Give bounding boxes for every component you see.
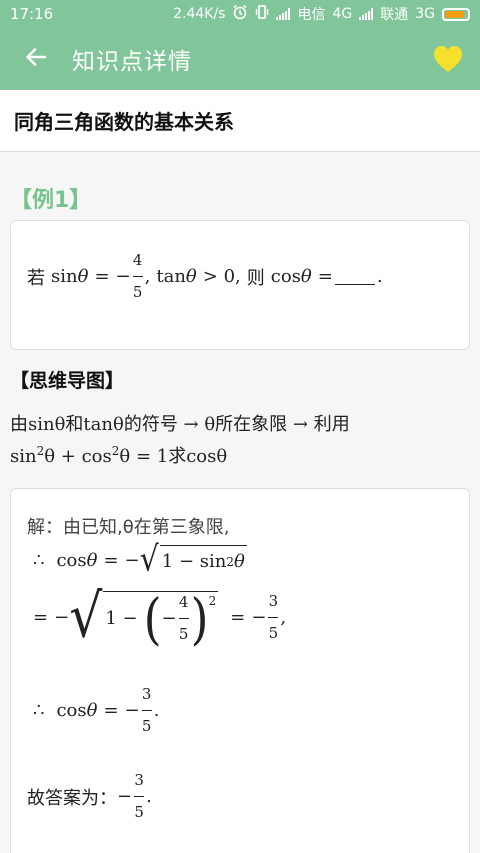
- therefore-symbol: ∴: [33, 700, 45, 721]
- cos-text: cos: [56, 549, 87, 571]
- right-paren: ): [190, 586, 209, 651]
- fraction-denominator: 5: [178, 625, 189, 643]
- solution-intro: 解：由已知,θ在第三象限,: [27, 517, 230, 538]
- tan-text: tan: [156, 266, 186, 287]
- fraction-numerator: 4: [178, 593, 189, 611]
- solution-line-3: = − √ 1 − ( − 45 ) 2 = − 35 ,: [33, 582, 287, 652]
- example-title: 【例1】: [10, 188, 92, 213]
- answer-blank: [334, 269, 375, 285]
- solution-answer: 故答案为： − 35 .: [27, 773, 152, 820]
- square-root: √ 1 − ( − 45 ) 2: [69, 582, 219, 652]
- square-root: √ 1 − sin 2 θ: [139, 539, 247, 580]
- minus-sign: −: [251, 606, 267, 628]
- minus-sign: −: [124, 549, 140, 571]
- fraction-numerator: 4: [132, 251, 143, 269]
- equals-sign: =: [317, 266, 333, 287]
- battery-icon: [442, 7, 470, 21]
- superscript: 2: [208, 594, 217, 608]
- fraction-denominator: 5: [132, 283, 143, 301]
- sin-text: sin: [51, 266, 78, 287]
- comma: ,: [280, 606, 287, 628]
- network-type-1: 4G: [332, 6, 353, 22]
- theta-symbol: θ: [86, 549, 98, 571]
- status-bar: 17:16 2.44K/s 电信 4G 联通 3G: [0, 0, 480, 28]
- cos-text: cos: [270, 266, 301, 287]
- heart-icon: [432, 46, 464, 78]
- question-card: 若 sin θ = − 45 , tan θ > 0, 则 cos θ = .: [10, 220, 470, 350]
- greater-than-zero: > 0,: [202, 266, 241, 287]
- page-title: 知识点详情: [72, 49, 192, 75]
- period: .: [376, 266, 383, 287]
- fraction-denominator: 5: [268, 623, 279, 642]
- minus-sign: −: [161, 608, 177, 629]
- theta-symbol: θ: [185, 266, 197, 287]
- carrier-2: 联通: [380, 7, 409, 23]
- solution-line-1: 解：由已知,θ在第三象限,: [27, 513, 229, 539]
- fraction: 45: [132, 251, 143, 301]
- question-prefix: 若: [27, 267, 45, 289]
- fraction-numerator: 3: [268, 591, 279, 610]
- then-text: 则: [246, 267, 265, 289]
- fraction: 35: [141, 685, 152, 735]
- fraction-denominator: 5: [141, 717, 152, 735]
- minus-sign: −: [115, 266, 131, 287]
- back-button[interactable]: [0, 28, 72, 90]
- one-minus-text: 1 −: [105, 608, 138, 629]
- equals-sign: =: [94, 266, 110, 287]
- network-speed: 2.44K/s: [173, 6, 226, 22]
- sin-text: sin: [10, 446, 37, 467]
- cos-text: cos: [56, 700, 87, 721]
- solution-line-2: ∴ cos θ = − √ 1 − sin 2 θ: [33, 539, 247, 580]
- period: .: [153, 700, 160, 721]
- fraction-numerator: 3: [141, 685, 152, 703]
- theta-symbol: θ: [300, 266, 312, 287]
- equals-sign: =: [33, 606, 49, 628]
- solution-line-4: ∴ cos θ = − 35 .: [33, 687, 159, 734]
- app-bar: 知识点详情: [0, 28, 480, 90]
- signal-icon: [276, 8, 291, 20]
- fraction: 35: [268, 591, 279, 642]
- therefore-symbol: ∴: [33, 549, 45, 571]
- equals-sign: =: [103, 700, 119, 721]
- period: .: [146, 786, 152, 807]
- favorite-button[interactable]: [432, 44, 464, 74]
- question-formula: 若 sin θ = − 45 , tan θ > 0, 则 cos θ = .: [27, 253, 383, 300]
- fraction: 45: [178, 593, 189, 643]
- alarm-icon: [232, 4, 248, 24]
- formula-end: θ = 1求cosθ: [119, 446, 228, 467]
- theta-symbol: θ: [86, 700, 98, 721]
- topic-header: 同角三角函数的基本关系: [0, 90, 480, 152]
- minus-sign: −: [124, 700, 140, 721]
- status-time: 17:16: [10, 5, 54, 23]
- theta-symbol: θ: [77, 266, 89, 287]
- solution-card: 解：由已知,θ在第三象限, ∴ cos θ = − √ 1 − sin 2 θ = − …: [10, 488, 470, 853]
- answer-label: 故答案为：: [27, 787, 117, 809]
- fraction-numerator: 3: [134, 771, 144, 789]
- left-paren: (: [143, 586, 162, 651]
- battery-level: [445, 10, 464, 18]
- fraction: 35: [134, 771, 145, 821]
- network-type-2: 3G: [415, 6, 435, 22]
- minus-sign: −: [54, 606, 70, 628]
- mind-map-title: 【思维导图】: [10, 370, 125, 392]
- fraction-denominator: 5: [134, 803, 144, 821]
- comma: ,: [144, 266, 151, 287]
- mind-map-line-2: sin2θ + cos2θ = 1求cosθ: [10, 442, 227, 468]
- equals-sign: =: [103, 549, 119, 571]
- arrow-left-icon: [24, 45, 48, 73]
- mind-map-line-1: 由sinθ和tanθ的符号 → θ所在象限 → 利用: [10, 414, 350, 435]
- theta-symbol: θ: [233, 551, 245, 572]
- equals-sign: =: [230, 606, 246, 628]
- minus-sign: −: [117, 786, 133, 807]
- signal-icon: [359, 8, 374, 20]
- superscript: 2: [226, 554, 234, 569]
- formula-middle: θ + cos: [44, 446, 112, 467]
- topic-title: 同角三角函数的基本关系: [14, 110, 234, 134]
- radicand-text: 1 − sin: [161, 551, 227, 572]
- vibrate-icon: [255, 4, 269, 24]
- status-indicators: 2.44K/s 电信 4G 联通 3G: [173, 4, 470, 24]
- carrier-1: 电信: [297, 7, 326, 23]
